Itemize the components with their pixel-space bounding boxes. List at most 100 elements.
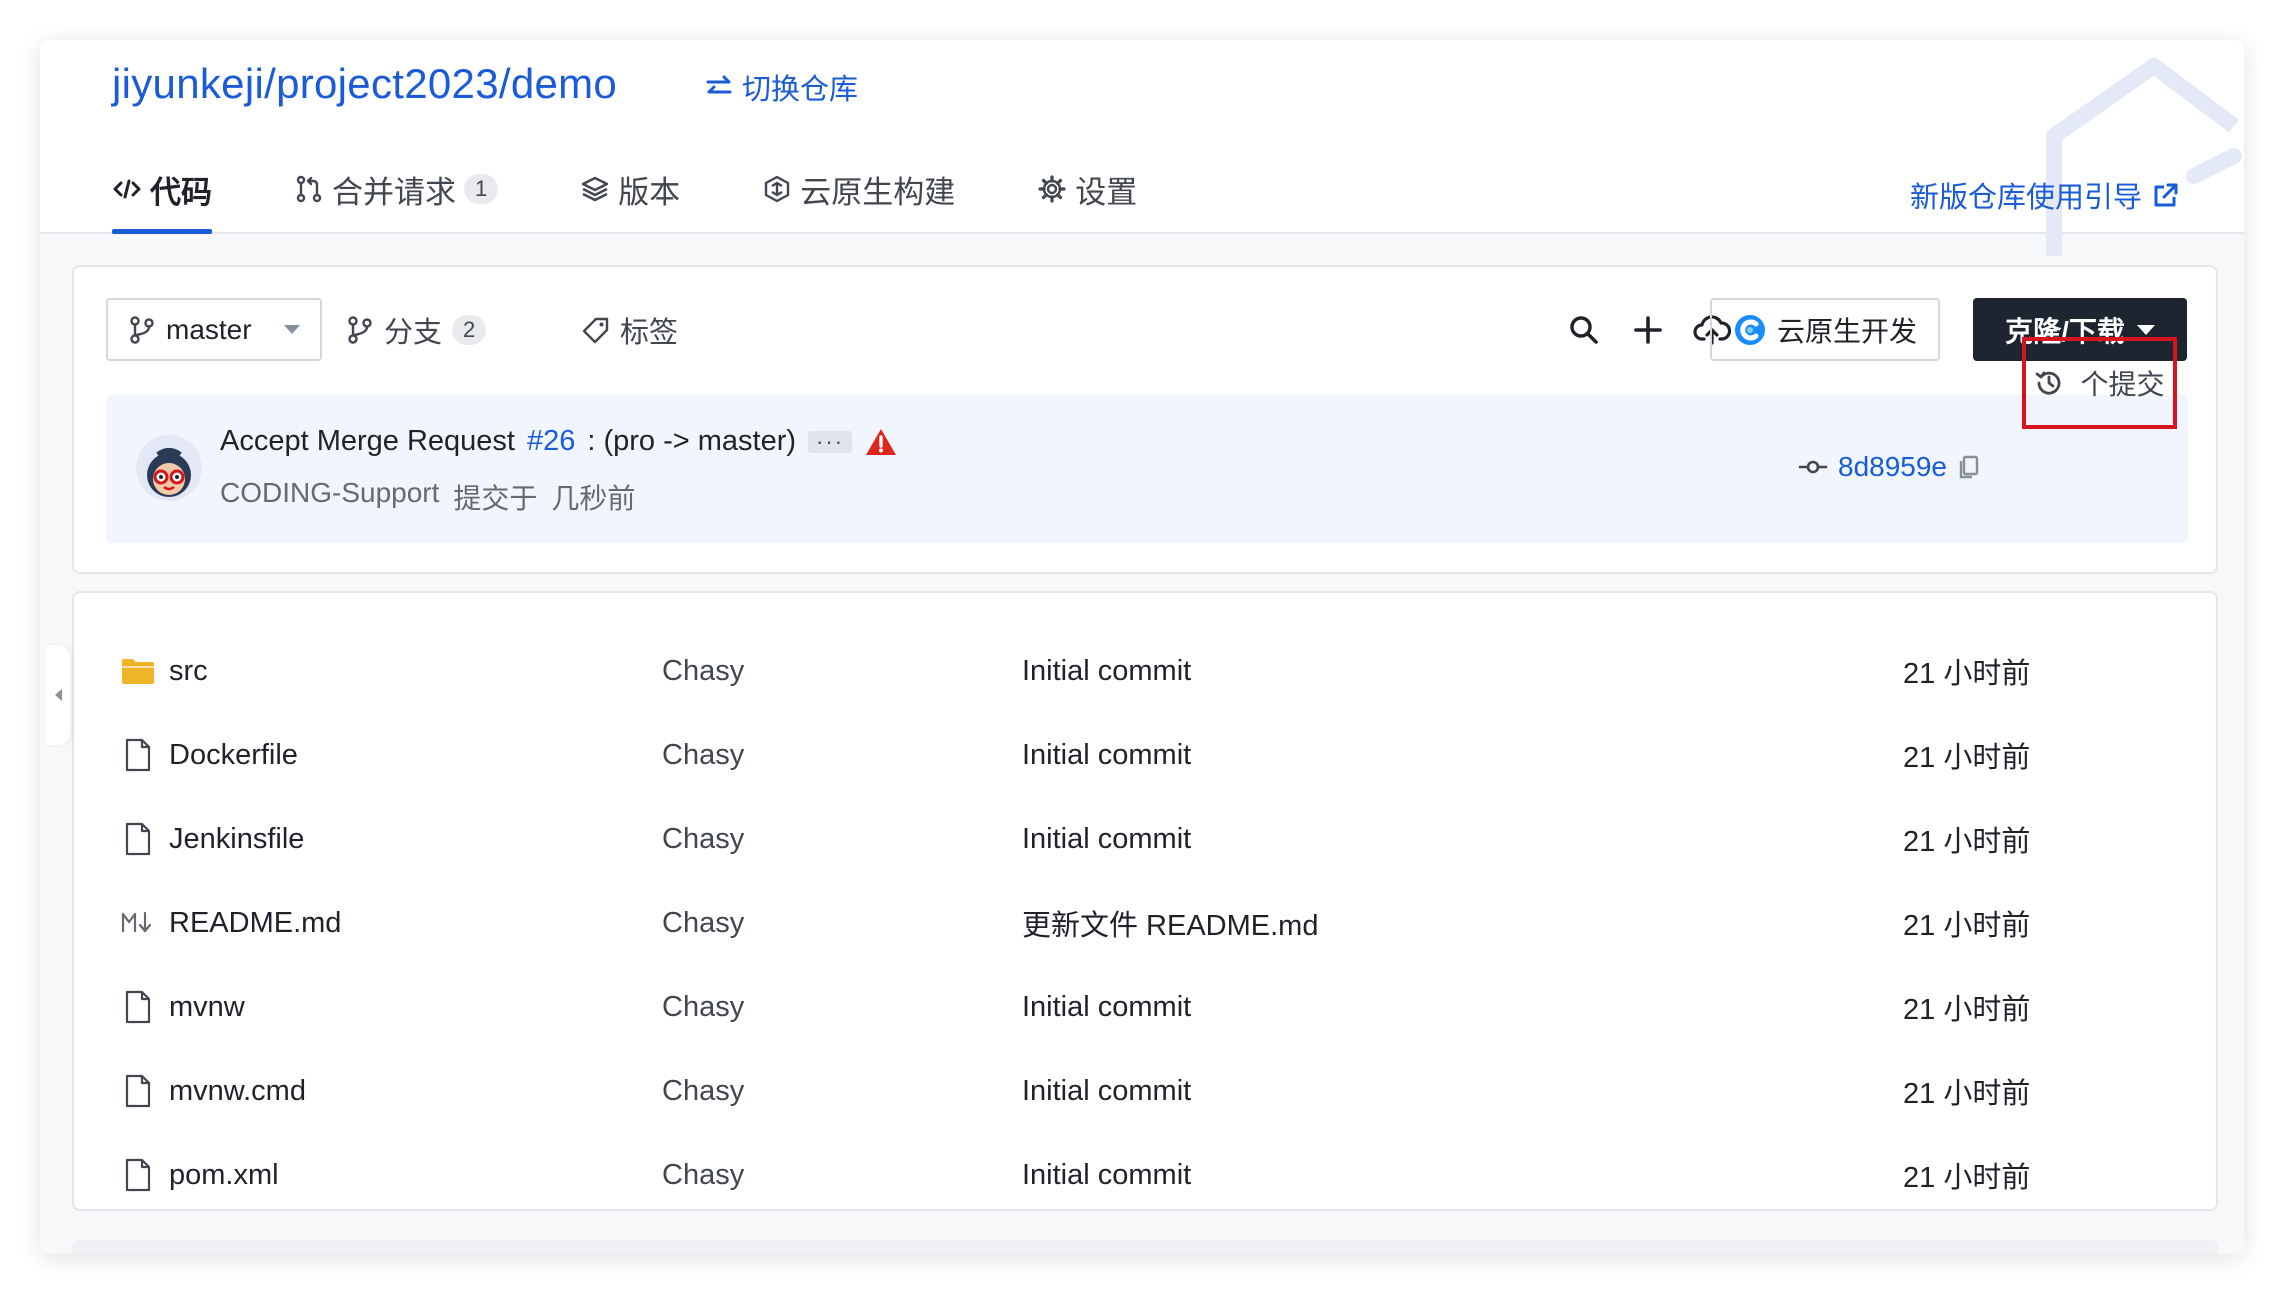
file-name[interactable]: mvnw.cmd [169,1075,306,1108]
branch-icon [130,315,154,344]
search-icon [1570,316,1598,344]
file-author[interactable]: Chasy [662,991,744,1024]
commit-action: 提交于 [453,483,538,514]
commit-message: Accept Merge Request #26 : (pro -> maste… [220,425,898,458]
file-time: 21 小时前 [1903,910,2031,942]
tab-settings[interactable]: 设置 [1037,144,1137,234]
code-icon [113,179,141,199]
commit-meta: CODING-Support 提交于 几秒前 [220,477,635,517]
file-name[interactable]: Dockerfile [169,739,298,772]
branch-selector[interactable]: master [106,298,322,361]
commits-history-link[interactable]: 个提交 [2022,337,2177,429]
file-name[interactable]: Jenkinsfile [169,823,304,856]
commit-hash-link[interactable]: 8d8959e [1798,451,1981,483]
build-icon [765,175,790,203]
add-file-button[interactable] [1622,304,1674,356]
chevron-down-icon [284,325,300,334]
chevron-down-icon [2136,324,2155,335]
branch-icon [348,315,372,344]
file-commit-message[interactable]: Initial commit [1022,1159,1191,1192]
next-panel-edge [72,1240,2218,1254]
tab-code[interactable]: 代码 [112,144,212,234]
file-author[interactable]: Chasy [662,907,744,940]
mascot-avatar-icon [147,448,191,497]
swap-icon [706,75,732,94]
layers-icon [582,176,609,202]
cloud-dev-logo-icon [1734,314,1765,345]
table-row[interactable]: src Chasy Initial commit 21 小时前 [74,629,2220,713]
tags-label: 标签 [620,316,679,349]
file-commit-message[interactable]: Initial commit [1022,1075,1191,1108]
tag-icon [582,317,609,343]
switch-repo-link[interactable]: 切换仓库 [704,66,858,108]
file-commit-message[interactable]: 更新文件 README.md [1022,902,1318,944]
table-row[interactable]: pom.xml Chasy Initial commit 21 小时前 [74,1133,2220,1217]
warning-icon[interactable] [864,427,898,457]
file-commit-message[interactable]: Initial commit [1022,991,1191,1024]
file-commit-message[interactable]: Initial commit [1022,823,1191,856]
merge-request-link[interactable]: #26 [527,425,575,458]
file-author[interactable]: Chasy [662,823,744,856]
markdown-icon [120,905,156,941]
repo-path[interactable]: jiyunkeji/project2023/demo [112,60,617,108]
file-name[interactable]: src [169,655,208,688]
file-list: src Chasy Initial commit 21 小时前 Dockerfi… [72,591,2218,1211]
file-commit-message[interactable]: Initial commit [1022,739,1191,772]
sidebar-collapse-toggle[interactable] [46,645,70,745]
file-name[interactable]: mvnw [169,991,245,1024]
file-icon [120,989,156,1025]
table-row[interactable]: mvnw.cmd Chasy Initial commit 21 小时前 [74,1049,2220,1133]
branches-label: 分支 [384,316,443,349]
commit-message-suffix: : (pro -> master) [587,425,797,457]
file-time: 21 小时前 [1903,658,2031,690]
tab-releases[interactable]: 版本 [580,144,680,234]
file-author[interactable]: Chasy [662,655,744,688]
folder-icon [120,653,156,689]
file-icon [120,1073,156,1109]
file-author[interactable]: Chasy [662,1075,744,1108]
file-author[interactable]: Chasy [662,739,744,772]
file-time: 21 小时前 [1903,1162,2031,1194]
avatar[interactable] [136,435,202,501]
external-link-icon [2154,183,2178,207]
table-row[interactable]: Jenkinsfile Chasy Initial commit 21 小时前 [74,797,2220,881]
cloud-dev-label: 云原生开发 [1776,315,1917,347]
chevron-left-icon [54,689,62,701]
file-commit-message[interactable]: Initial commit [1022,655,1191,688]
tab-cloud-build[interactable]: 云原生构建 [762,144,955,234]
file-time: 21 小时前 [1903,826,2031,858]
tab-cloud-build-label: 云原生构建 [800,174,956,210]
tags-link[interactable]: 标签 [582,298,678,361]
commit-hash: 8d8959e [1838,451,1948,482]
history-icon [2036,371,2061,395]
table-row[interactable]: Dockerfile Chasy Initial commit 21 小时前 [74,713,2220,797]
file-name[interactable]: README.md [169,907,341,940]
search-button[interactable] [1558,304,1610,356]
gear-icon [1038,175,1066,203]
commit-icon [1798,460,1828,474]
watermark-graphic [2046,58,2242,256]
switch-repo-label: 切换仓库 [742,74,859,106]
repo-guide-label: 新版仓库使用引导 [1909,182,2142,214]
table-row[interactable]: mvnw Chasy Initial commit 21 小时前 [74,965,2220,1049]
commit-message-prefix: Accept Merge Request [220,425,515,457]
repo-summary-panel: master 分支 2 标签 云原生开发 克隆/下载 Accept Merge … [72,265,2218,574]
file-author[interactable]: Chasy [662,1159,744,1192]
copy-icon[interactable] [1957,454,1981,480]
merge-request-count-badge: 1 [464,174,499,204]
repo-guide-link[interactable]: 新版仓库使用引导 [1910,174,2180,216]
file-name[interactable]: pom.xml [169,1159,279,1192]
file-icon [120,821,156,857]
cloud-dev-button[interactable]: 云原生开发 [1710,298,1940,361]
file-time: 21 小时前 [1903,742,2031,774]
expand-message-button[interactable]: ··· [808,430,853,453]
table-row[interactable]: README.md Chasy 更新文件 README.md 21 小时前 [74,881,2220,965]
tab-code-label: 代码 [150,174,212,210]
tab-settings-label: 设置 [1075,174,1138,210]
commit-author[interactable]: CODING-Support [220,477,439,517]
branches-link[interactable]: 分支 2 [346,298,487,361]
commits-label: 个提交 [2080,369,2165,400]
file-icon [120,1157,156,1193]
repo-header: jiyunkeji/project2023/demo 切换仓库 代码 合并请求 … [40,40,2244,256]
tab-merge-requests[interactable]: 合并请求 1 [294,144,499,234]
